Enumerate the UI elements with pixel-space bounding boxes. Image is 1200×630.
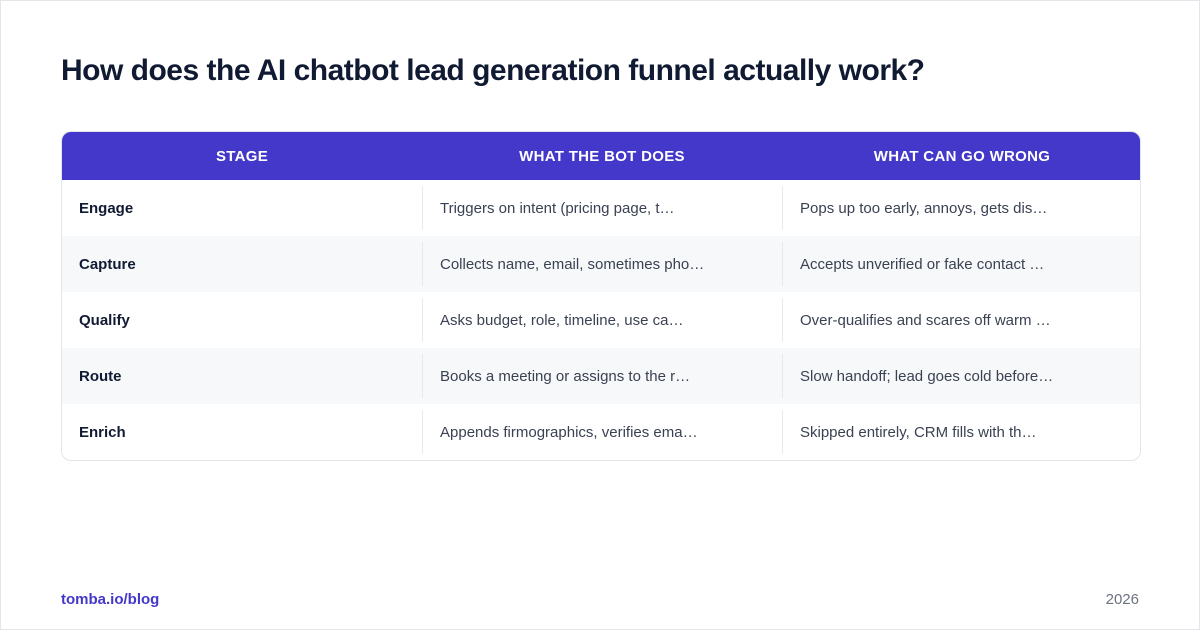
table-row: Route Books a meeting or assigns to the … — [62, 348, 1140, 404]
bot-does-cell: Asks budget, role, timeline, use ca… — [422, 298, 782, 342]
can-go-wrong-text: Accepts unverified or fake contact … — [800, 255, 1045, 273]
can-go-wrong-cell: Skipped entirely, CRM fills with th… — [782, 410, 1140, 454]
can-go-wrong-text: Skipped entirely, CRM fills with th… — [800, 423, 1037, 441]
stage-cell: Enrich — [62, 404, 422, 460]
stage-cell: Qualify — [62, 292, 422, 348]
stage-label: Route — [79, 367, 122, 385]
table-row: Enrich Appends firmographics, verifies e… — [62, 404, 1140, 460]
funnel-table: STAGE WHAT THE BOT DOES WHAT CAN GO WRON… — [61, 131, 1141, 461]
stage-label: Engage — [79, 199, 134, 217]
column-header-stage: STAGE — [215, 147, 269, 165]
bot-does-text: Triggers on intent (pricing page, t… — [440, 199, 675, 217]
table-row: Engage Triggers on intent (pricing page,… — [62, 180, 1140, 236]
year-label: 2026 — [1105, 591, 1139, 608]
bot-does-cell: Books a meeting or assigns to the r… — [422, 354, 782, 398]
stage-cell: Route — [62, 348, 422, 404]
can-go-wrong-cell: Over-qualifies and scares off warm … — [782, 298, 1140, 342]
page: How does the AI chatbot lead generation … — [0, 0, 1200, 630]
stage-cell: Engage — [62, 180, 422, 236]
bot-does-cell: Appends firmographics, verifies ema… — [422, 410, 782, 454]
bot-does-cell: Triggers on intent (pricing page, t… — [422, 186, 782, 230]
table-row: Qualify Asks budget, role, timeline, use… — [62, 292, 1140, 348]
bot-does-text: Asks budget, role, timeline, use ca… — [440, 311, 684, 329]
bot-does-text: Appends firmographics, verifies ema… — [440, 423, 698, 441]
column-header-can-go-wrong: WHAT CAN GO WRONG — [873, 147, 1051, 165]
table-header: STAGE WHAT THE BOT DOES WHAT CAN GO WRON… — [62, 132, 1140, 180]
can-go-wrong-text: Slow handoff; lead goes cold before… — [800, 367, 1054, 385]
page-title: How does the AI chatbot lead generation … — [61, 54, 925, 87]
source-link[interactable]: tomba.io/blog — [61, 591, 159, 608]
bot-does-text: Collects name, email, sometimes pho… — [440, 255, 705, 273]
stage-label: Capture — [79, 255, 136, 273]
stage-label: Enrich — [79, 423, 126, 441]
can-go-wrong-cell: Slow handoff; lead goes cold before… — [782, 354, 1140, 398]
bot-does-cell: Collects name, email, sometimes pho… — [422, 242, 782, 286]
can-go-wrong-text: Over-qualifies and scares off warm … — [800, 311, 1051, 329]
stage-cell: Capture — [62, 236, 422, 292]
table-row: Capture Collects name, email, sometimes … — [62, 236, 1140, 292]
can-go-wrong-cell: Accepts unverified or fake contact … — [782, 242, 1140, 286]
can-go-wrong-cell: Pops up too early, annoys, gets dis… — [782, 186, 1140, 230]
stage-label: Qualify — [79, 311, 130, 329]
can-go-wrong-text: Pops up too early, annoys, gets dis… — [800, 199, 1048, 217]
column-header-bot-does: WHAT THE BOT DOES — [519, 147, 685, 165]
bot-does-text: Books a meeting or assigns to the r… — [440, 367, 691, 385]
